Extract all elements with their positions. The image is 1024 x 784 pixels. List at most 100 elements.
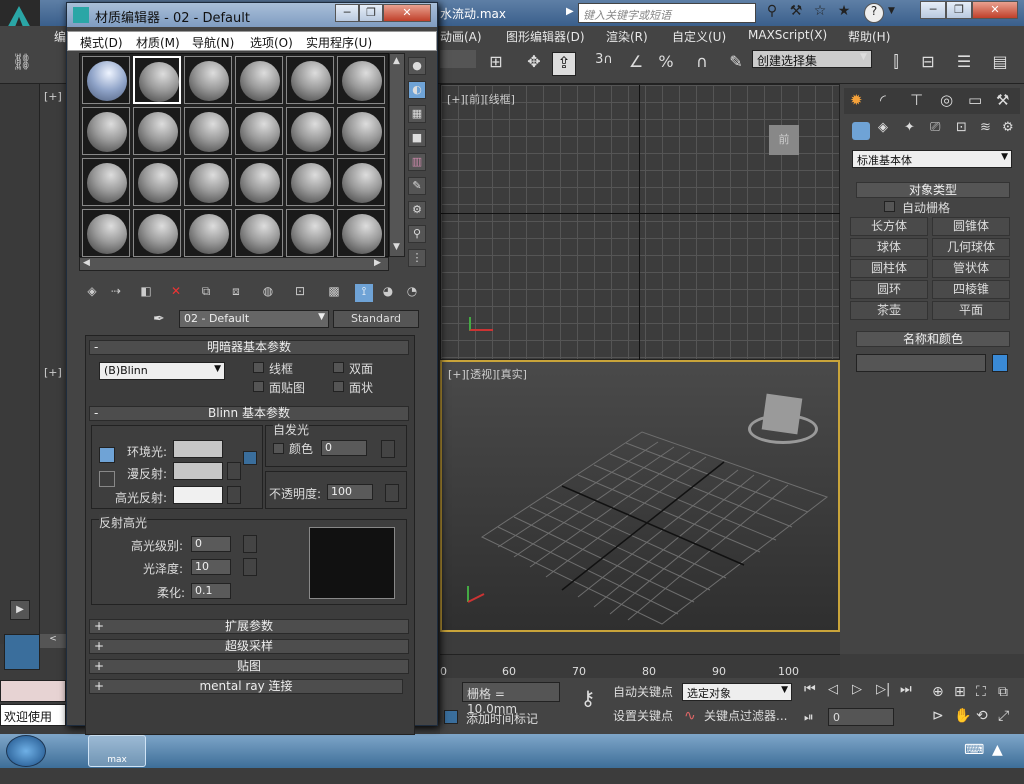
lock-diffuse-map-icon[interactable]	[243, 451, 257, 465]
material-name-input[interactable]: 02 - Default	[179, 310, 329, 328]
diffuse-color-swatch[interactable]	[173, 462, 223, 480]
search-expand-icon[interactable]: ▶	[566, 6, 574, 17]
shader-params-header[interactable]: - 明暗器基本参数	[89, 340, 409, 355]
extended-params-rollout[interactable]: + 扩展参数	[89, 619, 409, 634]
spacewarps-icon[interactable]: ≋	[980, 120, 991, 135]
plane-button[interactable]: 平面	[932, 301, 1010, 320]
sample-slot[interactable]	[337, 209, 385, 257]
med-menu-utilities[interactable]: 实用程序(U)	[306, 34, 372, 51]
sample-slot[interactable]	[82, 209, 130, 257]
wrench-icon[interactable]: ⚒	[786, 3, 806, 23]
supersampling-rollout[interactable]: + 超级采样	[89, 639, 409, 654]
med-menu-material[interactable]: 材质(M)	[136, 34, 180, 51]
category-dropdown[interactable]: 标准基本体	[852, 150, 1012, 168]
sample-slot[interactable]	[235, 56, 283, 104]
select-manipulate-icon[interactable]: ✥	[522, 52, 546, 76]
spec-level-input[interactable]: 0	[191, 536, 231, 552]
scroll-right-icon[interactable]: ▶	[374, 258, 381, 268]
glossiness-map-button[interactable]	[243, 558, 257, 576]
play-icon[interactable]: ▷	[852, 682, 862, 697]
add-time-tag[interactable]: 添加时间标记	[466, 710, 538, 727]
self-illum-input[interactable]: 0	[321, 440, 367, 456]
assign-to-selection-icon[interactable]: ◧	[137, 284, 155, 302]
go-to-end-icon[interactable]: ⏭	[900, 682, 912, 697]
sample-slot[interactable]	[286, 56, 334, 104]
blinn-params-header[interactable]: - Blinn 基本参数	[89, 406, 409, 421]
search-input[interactable]: 键入关键字或短语	[578, 3, 756, 23]
put-to-scene-icon[interactable]: ⇢	[107, 284, 125, 302]
sample-slot[interactable]	[184, 107, 232, 155]
self-illum-color-checkbox[interactable]	[273, 443, 284, 454]
soften-input[interactable]: 0.1	[191, 583, 231, 599]
cone-button[interactable]: 圆锥体	[932, 217, 1010, 236]
field-of-view-icon[interactable]: ⊳	[932, 708, 944, 724]
pyramid-button[interactable]: 四棱锥	[932, 280, 1010, 299]
med-minimize-button[interactable]: ─	[335, 4, 359, 22]
reference-coord-dropdown[interactable]	[440, 50, 476, 68]
specular-color-swatch[interactable]	[173, 486, 223, 504]
show-map-in-viewport-icon[interactable]: ⊡	[291, 284, 309, 302]
zoom-extents-all-icon[interactable]: ⧉	[998, 684, 1008, 700]
glossiness-input[interactable]: 10	[191, 559, 231, 575]
put-to-library-icon[interactable]: ⧈	[227, 284, 245, 302]
viewcube-front[interactable]: 前	[769, 125, 799, 155]
spec-level-map-button[interactable]	[243, 535, 257, 553]
align-icon[interactable]: ⊟	[916, 52, 940, 76]
sample-slot[interactable]	[184, 158, 232, 206]
pivot-icon[interactable]: ⊞	[484, 52, 508, 76]
menu-rendering[interactable]: 渲染(R)	[606, 28, 648, 45]
edit-named-selection-icon[interactable]: ✎	[724, 52, 748, 76]
show-end-result-icon[interactable]: ▩	[325, 284, 343, 302]
go-forward-to-sibling-icon[interactable]: ◕	[379, 284, 397, 302]
object-color-swatch[interactable]	[992, 354, 1008, 372]
spinner-snap-icon[interactable]: ∩	[690, 52, 714, 76]
wire-checkbox[interactable]	[253, 362, 264, 373]
menu-graph-editors[interactable]: 图形编辑器(D)	[506, 28, 585, 45]
helpers-icon[interactable]: ⊡	[956, 120, 967, 135]
key-mode-dropdown[interactable]: 选定对象	[682, 683, 792, 701]
systems-icon[interactable]: ⚙	[1002, 120, 1014, 135]
timeline-ruler[interactable]: 0 60 70 80 90 100	[440, 654, 840, 678]
prev-frame-icon[interactable]: ◁	[828, 682, 838, 697]
auto-key-button[interactable]: 自动关键点	[610, 682, 676, 702]
sample-slot[interactable]	[337, 158, 385, 206]
help-dropdown-icon[interactable]: ▼	[888, 6, 895, 16]
link-icon[interactable]: ⛓	[10, 52, 34, 76]
set-key-button[interactable]: 设置关键点	[610, 706, 676, 726]
utilities-tab-icon[interactable]: ⚒	[996, 91, 1009, 109]
keyboard-shortcut-override-icon[interactable]: ⇪	[552, 52, 576, 76]
go-to-start-icon[interactable]: ⏮	[804, 682, 816, 697]
graphite-tools-icon[interactable]: ▤	[988, 52, 1012, 76]
med-maximize-button[interactable]: ❐	[359, 4, 383, 22]
torus-button[interactable]: 圆环	[850, 280, 928, 299]
self-illum-map-button[interactable]	[381, 440, 395, 458]
pick-material-from-object-icon[interactable]: ◔	[403, 284, 421, 302]
med-menu-options[interactable]: 选项(O)	[250, 34, 293, 51]
zoom-all-icon[interactable]: ⊞	[954, 684, 966, 700]
front-viewport[interactable]: [+][前][线框] 前	[440, 84, 841, 361]
left-viewport-label[interactable]: [+]	[44, 366, 62, 379]
top-viewport-label[interactable]: [+]	[44, 90, 62, 103]
maximize-viewport-icon[interactable]: ⤢	[998, 708, 1009, 724]
tube-button[interactable]: 管状体	[932, 259, 1010, 278]
name-color-header[interactable]: 名称和颜色	[856, 331, 1010, 347]
sample-type-icon[interactable]: ●	[408, 57, 426, 75]
background-icon[interactable]: ▦	[408, 105, 426, 123]
sample-slot[interactable]	[184, 56, 232, 104]
key-mode-toggle-icon[interactable]: ⏯	[804, 710, 814, 725]
make-unique-icon[interactable]: ⧉	[197, 284, 215, 302]
menu-help[interactable]: 帮助(H)	[848, 28, 890, 45]
sample-slot[interactable]	[82, 56, 130, 104]
sample-slot[interactable]	[235, 158, 283, 206]
material-type-button[interactable]: Standard	[333, 310, 419, 328]
diffuse-map-button[interactable]	[227, 462, 241, 480]
network-tray-icon[interactable]: ▲	[992, 742, 1003, 758]
slots-hscrollbar[interactable]: ◀ ▶	[79, 257, 389, 271]
time-tag-icon[interactable]	[444, 710, 458, 724]
create-tab-icon[interactable]: ✹	[850, 91, 863, 109]
eyedropper-icon[interactable]: ✒	[153, 311, 165, 327]
two-sided-checkbox[interactable]	[333, 362, 344, 373]
sphere-button[interactable]: 球体	[850, 238, 928, 257]
taskbar-3dsmax-button[interactable]: max	[88, 735, 146, 767]
menu-maxscript[interactable]: MAXScript(X)	[748, 28, 827, 42]
